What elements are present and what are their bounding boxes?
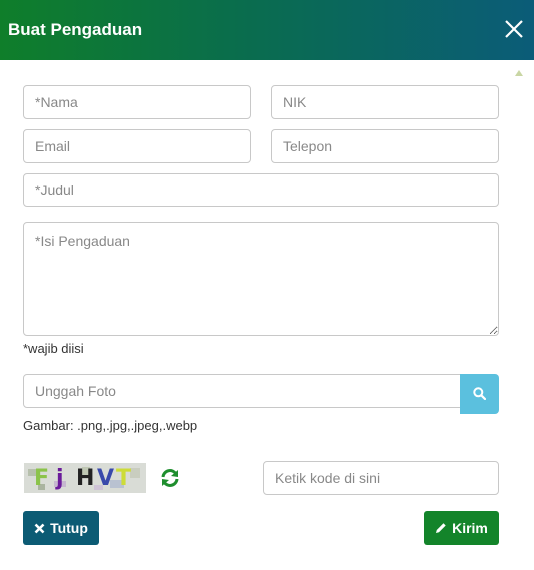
refresh-captcha-icon[interactable] xyxy=(159,467,181,489)
kirim-button-label: Kirim xyxy=(452,520,488,536)
required-note: *wajib diisi xyxy=(23,341,84,356)
nik-input[interactable] xyxy=(271,85,499,119)
captcha-char: V xyxy=(97,466,115,491)
telepon-input[interactable] xyxy=(271,129,499,163)
close-icon[interactable] xyxy=(504,19,524,39)
isi-pengaduan-textarea[interactable] xyxy=(23,222,499,336)
kirim-button[interactable]: Kirim xyxy=(424,511,499,545)
modal-title: Buat Pengaduan xyxy=(8,20,143,39)
captcha-image: F j H V T xyxy=(24,463,146,493)
browse-photo-button[interactable] xyxy=(460,374,499,414)
times-icon xyxy=(34,523,45,533)
scroll-up-arrow-icon[interactable] xyxy=(515,70,523,76)
captcha-char: H xyxy=(76,466,95,491)
email-input[interactable] xyxy=(23,129,251,163)
captcha-input[interactable] xyxy=(263,461,499,495)
file-types-note: Gambar: .png,.jpg,.jpeg,.webp xyxy=(23,418,198,433)
nama-input[interactable] xyxy=(23,85,251,119)
judul-input[interactable] xyxy=(23,173,499,207)
tutup-button[interactable]: Tutup xyxy=(23,511,99,545)
captcha-char: j xyxy=(56,466,64,491)
tutup-button-label: Tutup xyxy=(50,520,88,536)
search-icon xyxy=(473,387,486,400)
modal-header: Buat Pengaduan xyxy=(0,0,534,60)
pencil-icon xyxy=(436,523,446,533)
upload-photo-input[interactable] xyxy=(23,374,461,408)
captcha-char: T xyxy=(116,466,132,491)
captcha-char: F xyxy=(34,466,50,491)
